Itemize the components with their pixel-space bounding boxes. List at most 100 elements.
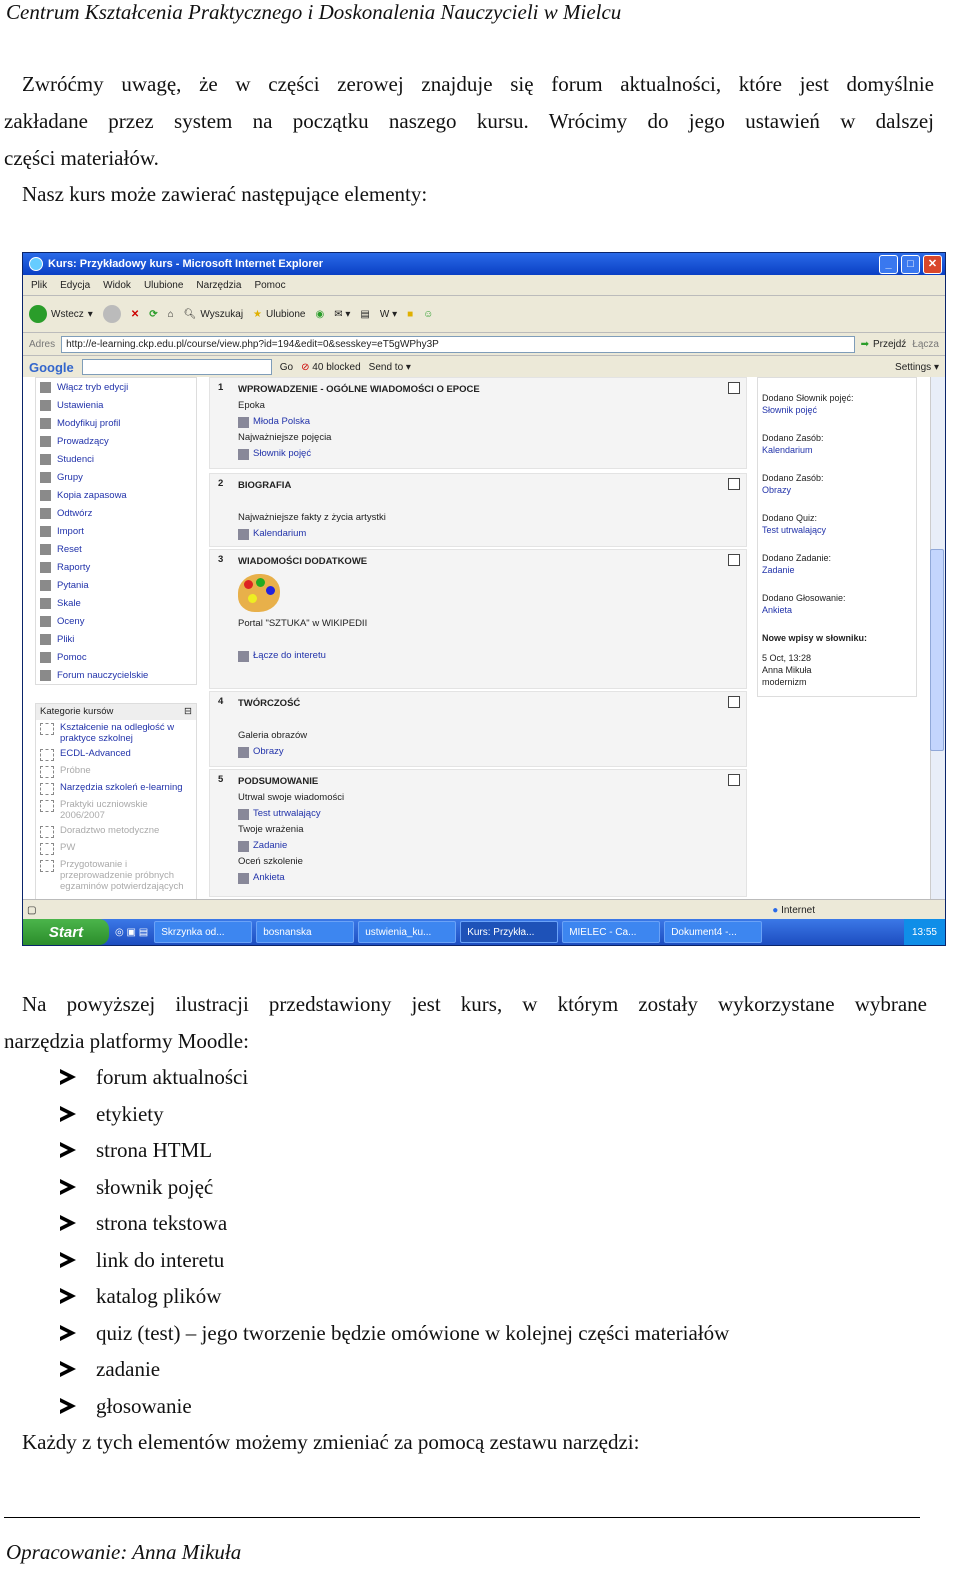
- recent-link[interactable]: Obrazy: [762, 484, 912, 496]
- admin-item[interactable]: Forum nauczycielskie: [36, 666, 196, 684]
- taskbar-button[interactable]: MIELEC - Ca...: [562, 921, 661, 943]
- minimize-icon[interactable]: _: [879, 254, 898, 274]
- resource-link[interactable]: Test utrwalający: [238, 806, 746, 822]
- taskbar-button[interactable]: Dokument4 -...: [664, 921, 763, 943]
- resource-link[interactable]: Ankieta: [238, 870, 746, 886]
- menu-item[interactable]: Widok: [103, 280, 131, 291]
- admin-item[interactable]: Grupy: [36, 468, 196, 486]
- search-button[interactable]: 🔍︎ Wyszukaj: [184, 309, 243, 320]
- collapse-icon[interactable]: ⊟: [184, 704, 196, 720]
- history-icon[interactable]: ◉: [316, 309, 325, 320]
- note-icon[interactable]: ■: [407, 309, 413, 320]
- category-item[interactable]: Praktyki uczniowskie 2006/2007: [36, 797, 196, 823]
- stop-button[interactable]: ✕: [131, 309, 139, 320]
- recent-link[interactable]: Kalendarium: [762, 444, 912, 456]
- google-go-button[interactable]: Go: [280, 362, 293, 373]
- menu-item[interactable]: Plik: [31, 280, 47, 291]
- category-item[interactable]: Doradztwo metodyczne: [36, 823, 196, 840]
- folder-icon: [40, 826, 54, 838]
- admin-item[interactable]: Skale: [36, 594, 196, 612]
- back-button[interactable]: Wstecz ▾: [29, 305, 93, 323]
- favorites-button[interactable]: ★ Ulubione: [253, 309, 305, 320]
- address-bar: Adres http://e-learning.ckp.edu.pl/cours…: [23, 333, 945, 356]
- category-item[interactable]: Kształcenie na odległość w praktyce szko…: [36, 720, 196, 746]
- resource-link[interactable]: Łącze do interetu: [238, 648, 746, 664]
- section-checkbox[interactable]: [728, 696, 740, 708]
- admin-item[interactable]: Pliki: [36, 630, 196, 648]
- resource-link[interactable]: Obrazy: [238, 744, 746, 760]
- recent-link[interactable]: Słownik pojęć: [762, 404, 912, 416]
- zone-label: Internet: [781, 904, 815, 916]
- glossary-word[interactable]: modernizm: [762, 676, 912, 688]
- quicklaunch-icons[interactable]: ◎ ▣ ▤: [115, 927, 148, 938]
- resource-link[interactable]: Młoda Polska: [238, 414, 746, 430]
- admin-item[interactable]: Odtwórz: [36, 504, 196, 522]
- tools-list-label: forum aktualności: [96, 1065, 249, 1089]
- links-label[interactable]: Łącza: [912, 339, 945, 350]
- mail-icon[interactable]: ✉ ▾: [334, 309, 350, 320]
- recent-link[interactable]: Test utrwalający: [762, 524, 912, 536]
- recent-link[interactable]: Ankieta: [762, 604, 912, 616]
- resource-icon: [238, 448, 249, 460]
- refresh-icon[interactable]: ⟳: [149, 309, 157, 320]
- address-input[interactable]: http://e-learning.ckp.edu.pl/course/view…: [61, 335, 855, 353]
- scroll-thumb[interactable]: [930, 549, 944, 751]
- section-body: WIADOMOŚCI DODATKOWE Portal "SZTUKA" w WI…: [238, 550, 746, 664]
- tools-list-item: strona tekstowa: [60, 1205, 729, 1242]
- forward-arrow-icon[interactable]: [102, 305, 121, 323]
- menu-item[interactable]: Pomoc: [254, 280, 285, 291]
- section-line-text: Zadanie: [253, 840, 288, 851]
- admin-item[interactable]: Oceny: [36, 612, 196, 630]
- resource-icon: [238, 650, 249, 662]
- folder-icon: [40, 723, 54, 735]
- ie-icon: [29, 257, 43, 271]
- send-to-button[interactable]: Send to ▾: [369, 362, 411, 373]
- menu-item[interactable]: Narzędzia: [196, 280, 241, 291]
- section-line-text: [238, 496, 241, 507]
- resource-link[interactable]: Słownik pojęć: [238, 446, 746, 462]
- section-checkbox[interactable]: [728, 774, 740, 786]
- taskbar-button[interactable]: Skrzynka od...: [154, 921, 253, 943]
- taskbar-button[interactable]: Kurs: Przykła...: [460, 921, 559, 943]
- admin-item[interactable]: Import: [36, 522, 196, 540]
- glossary-author: Anna Mikuła: [762, 665, 812, 675]
- word-icon[interactable]: W ▾: [380, 309, 397, 320]
- close-icon[interactable]: ✕: [923, 254, 942, 274]
- print-icon[interactable]: ▤: [360, 309, 369, 320]
- popup-blocker[interactable]: ⊘ 40 blocked: [301, 362, 361, 373]
- admin-item[interactable]: Reset: [36, 540, 196, 558]
- category-item[interactable]: ECDL-Advanced: [36, 746, 196, 763]
- admin-item[interactable]: Włącz tryb edycji: [36, 378, 196, 396]
- folder-icon: [40, 749, 54, 761]
- category-item[interactable]: Próbne: [36, 763, 196, 780]
- admin-item[interactable]: Raporty: [36, 558, 196, 576]
- resource-link[interactable]: Kalendarium: [238, 526, 746, 542]
- admin-item[interactable]: Pomoc: [36, 648, 196, 666]
- section-checkbox[interactable]: [728, 554, 740, 566]
- start-button[interactable]: Start: [23, 919, 109, 945]
- admin-item[interactable]: Kopia zapasowa: [36, 486, 196, 504]
- category-item[interactable]: Przygotowanie i przeprowadzenie próbnych…: [36, 857, 196, 894]
- admin-item[interactable]: Studenci: [36, 450, 196, 468]
- messenger-icon[interactable]: ☺: [423, 309, 433, 320]
- section-checkbox[interactable]: [728, 382, 740, 394]
- go-button[interactable]: ➡ Przejdź: [861, 339, 907, 350]
- admin-item[interactable]: Pytania: [36, 576, 196, 594]
- home-icon[interactable]: ⌂: [168, 309, 174, 320]
- resource-icon: [238, 840, 249, 852]
- recent-link[interactable]: Zadanie: [762, 564, 912, 576]
- taskbar-button[interactable]: ustwienia_ku...: [358, 921, 457, 943]
- category-item[interactable]: Narzędzia szkoleń e-learning: [36, 780, 196, 797]
- taskbar-button[interactable]: bosnanska: [256, 921, 355, 943]
- resource-link[interactable]: Zadanie: [238, 838, 746, 854]
- menu-item[interactable]: Edycja: [60, 280, 90, 291]
- google-search-input[interactable]: [81, 359, 272, 375]
- google-settings-button[interactable]: Settings ▾: [895, 362, 945, 373]
- menu-item[interactable]: Ulubione: [144, 280, 183, 291]
- category-item[interactable]: PW: [36, 840, 196, 857]
- admin-item[interactable]: Ustawienia: [36, 396, 196, 414]
- admin-item[interactable]: Prowadzący: [36, 432, 196, 450]
- section-checkbox[interactable]: [728, 478, 740, 490]
- maximize-icon[interactable]: □: [901, 254, 920, 274]
- admin-item[interactable]: Modyfikuj profil: [36, 414, 196, 432]
